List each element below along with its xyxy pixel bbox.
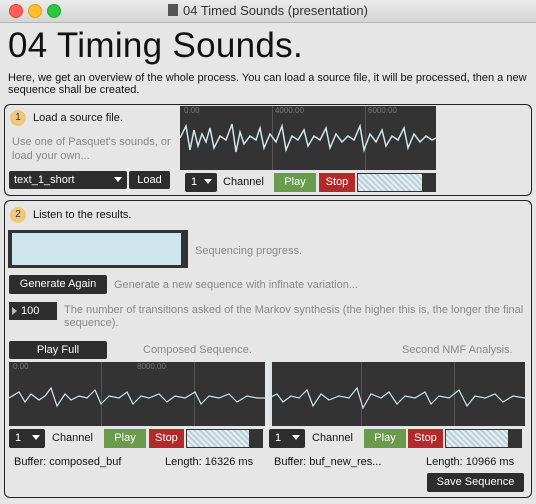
- step1-channel-dropdown[interactable]: 1: [185, 173, 217, 192]
- window-title: 04 Timed Sounds (presentation): [0, 3, 536, 18]
- channel-label: Channel: [312, 432, 353, 444]
- composed-play-button[interactable]: Play: [104, 429, 146, 448]
- chevron-down-icon: [204, 179, 212, 184]
- waveform-graphic: [9, 386, 265, 408]
- nmf-level-meter: [445, 429, 509, 448]
- composed-stop-button[interactable]: Stop: [149, 429, 184, 448]
- sequencing-progress-bar: [8, 230, 188, 268]
- save-sequence-button[interactable]: Save Sequence: [427, 473, 524, 492]
- waveform-graphic: [269, 386, 525, 410]
- composed-level-peak: [249, 429, 263, 448]
- nmf-level-peak: [508, 429, 522, 448]
- transitions-hint: The number of transitions asked of the M…: [64, 304, 524, 329]
- chevron-down-icon: [292, 435, 300, 440]
- channel-value: 1: [191, 176, 198, 188]
- step1-level-peak: [422, 173, 436, 192]
- transitions-number-box[interactable]: 100: [9, 302, 57, 320]
- composed-length: Length: 16326 ms: [165, 456, 254, 468]
- nmf-caption: Second NMF Analysis.: [402, 344, 513, 356]
- source-waveform[interactable]: 0.00 4000.00 6000.00: [180, 106, 436, 170]
- composed-buffer-name: Buffer: composed_buf: [14, 456, 122, 468]
- progress-label: Sequencing progress.: [195, 245, 303, 257]
- page-title: 04 Timing Sounds.: [8, 26, 303, 65]
- step1-label: Load a source file.: [33, 112, 123, 124]
- nmf-buffer-name: Buffer: buf_new_res...: [274, 456, 382, 468]
- progress-end-marker: [184, 230, 188, 268]
- channel-value: 1: [275, 432, 282, 444]
- composed-caption: Composed Sequence.: [143, 344, 252, 356]
- triangle-right-icon: [12, 307, 17, 315]
- composed-level-meter: [186, 429, 250, 448]
- chevron-down-icon: [32, 435, 40, 440]
- document-icon: [168, 4, 178, 16]
- generate-again-button[interactable]: Generate Again: [9, 275, 107, 294]
- channel-label: Channel: [223, 176, 264, 188]
- step1-stop-button[interactable]: Stop: [319, 173, 355, 192]
- composed-channel-dropdown[interactable]: 1: [9, 429, 45, 448]
- nmf-waveform[interactable]: [269, 362, 525, 426]
- intro-text: Here, we get an overview of the whole pr…: [8, 72, 527, 96]
- channel-value: 1: [15, 432, 22, 444]
- progress-fill: [12, 233, 181, 265]
- step1-hint: Use one of Pasquet's sounds, or load you…: [12, 136, 171, 162]
- play-full-button[interactable]: Play Full: [9, 341, 107, 359]
- step2-label: Listen to the results.: [33, 209, 132, 221]
- nmf-length: Length: 10966 ms: [426, 456, 515, 468]
- channel-label: Channel: [52, 432, 93, 444]
- source-file-dropdown[interactable]: text_1_short: [9, 171, 127, 189]
- waveform-graphic: [180, 123, 436, 153]
- step1-level-meter: [357, 173, 423, 192]
- step2-badge: 2: [10, 207, 26, 223]
- generate-hint: Generate a new sequence with infinate va…: [114, 279, 358, 291]
- transitions-value: 100: [21, 305, 40, 317]
- nmf-channel-dropdown[interactable]: 1: [269, 429, 305, 448]
- nmf-stop-button[interactable]: Stop: [408, 429, 443, 448]
- step1-badge: 1: [10, 110, 26, 126]
- source-file-value: text_1_short: [14, 174, 75, 186]
- window-title-text: 04 Timed Sounds (presentation): [183, 3, 368, 18]
- chevron-down-icon: [114, 177, 122, 182]
- composed-waveform[interactable]: 0.00 8000.00: [9, 362, 265, 426]
- load-button[interactable]: Load: [129, 171, 170, 189]
- step1-play-button[interactable]: Play: [274, 173, 316, 192]
- nmf-play-button[interactable]: Play: [364, 429, 406, 448]
